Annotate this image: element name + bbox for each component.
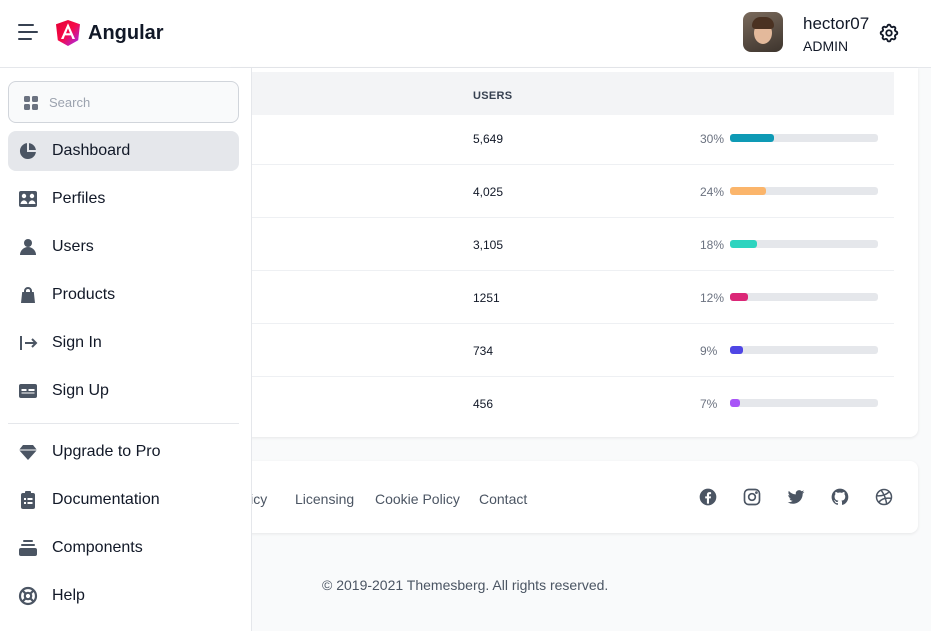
progress-bar (730, 293, 878, 301)
user-name: hector07 (803, 14, 870, 33)
sidebar-item-sign-in[interactable]: Sign In (8, 323, 239, 363)
clipboard-list-icon (21, 491, 35, 509)
sidebar-item-label: Documentation (52, 491, 160, 508)
search-input[interactable] (49, 82, 234, 122)
table-row: 734 9% (230, 324, 894, 377)
users-count: 4,025 (473, 185, 504, 199)
progress-bar (730, 240, 878, 248)
hamburger-menu-icon[interactable] (18, 24, 38, 42)
progress-fill (730, 187, 766, 195)
diamond-icon (19, 445, 37, 460)
progress-fill (730, 399, 741, 407)
table-header: USERS (230, 72, 894, 115)
percent-label: 12% (700, 291, 725, 305)
table-row: 1251 12% (230, 271, 894, 324)
sidebar-item-help[interactable]: Help (8, 576, 239, 616)
progress-bar (730, 187, 878, 195)
sidebar-divider (8, 423, 239, 424)
progress-bar (730, 134, 878, 142)
table-row: 4,025 24% (230, 165, 894, 218)
sidebar-item-label: Dashboard (52, 142, 131, 159)
collection-icon (19, 540, 37, 556)
sidebar-item-sign-up[interactable]: Sign Up (8, 371, 239, 411)
progress-fill (730, 240, 757, 248)
sidebar-item-label: Sign Up (52, 382, 109, 399)
table-row: 456 7% (230, 377, 894, 430)
traffic-table-card: USERS 5,649 30% 4,025 24% 3,105 18% 1251… (230, 68, 918, 437)
instagram-icon[interactable] (742, 487, 762, 507)
user-icon (20, 239, 36, 255)
sidebar-item-label: Help (52, 587, 85, 604)
sidebar-item-label: Perfiles (52, 190, 106, 207)
sidebar-item-documentation[interactable]: Documentation (8, 480, 239, 520)
sidebar-item-label: Users (52, 238, 94, 255)
percent-label: 9% (700, 344, 718, 358)
avatar[interactable] (743, 12, 783, 52)
progress-fill (730, 346, 744, 354)
users-count: 456 (473, 397, 494, 411)
percent-label: 18% (700, 238, 725, 252)
search-box[interactable] (8, 81, 239, 123)
progress-fill (730, 134, 775, 142)
percent-label: 7% (700, 397, 718, 411)
dribbble-icon[interactable] (874, 487, 894, 507)
support-icon (18, 586, 38, 606)
sign-in-icon (20, 336, 38, 350)
sidebar-item-users[interactable]: Users (8, 227, 239, 267)
progress-bar (730, 346, 878, 354)
sidebar-item-products[interactable]: Products (8, 275, 239, 315)
grid-icon (24, 96, 38, 110)
github-icon[interactable] (830, 487, 850, 507)
sidebar-item-label: Components (52, 539, 143, 556)
sidebar-item-dashboard[interactable]: Dashboard (8, 131, 239, 171)
footer-link-cookie-policy[interactable]: Cookie Policy (375, 491, 460, 507)
gear-icon[interactable] (878, 22, 900, 44)
twitter-icon[interactable] (786, 487, 806, 507)
sidebar-item-label: Products (52, 286, 116, 303)
facebook-icon[interactable] (698, 487, 718, 507)
users-count: 1251 (473, 291, 500, 305)
percent-label: 24% (700, 185, 725, 199)
footer-link-contact[interactable]: Contact (479, 491, 527, 507)
sidebar-item-label: Upgrade to Pro (52, 443, 161, 460)
table-row: 3,105 18% (230, 218, 894, 271)
users-count: 5,649 (473, 132, 504, 146)
brand-name[interactable]: Angular (88, 22, 164, 45)
progress-fill (730, 293, 748, 301)
sidebar-item-label: Sign In (52, 334, 102, 351)
users-column-header: USERS (473, 90, 513, 102)
sidebar-item-upgrade-to-pro[interactable]: Upgrade to Pro (8, 432, 239, 472)
id-card-icon (19, 384, 37, 398)
sidebar-item-perfiles[interactable]: Perfiles (8, 179, 239, 219)
table-row: 5,649 30% (230, 112, 894, 165)
copyright-text: © 2019-2021 Themesberg. All rights reser… (322, 577, 609, 593)
users-group-icon (19, 191, 37, 207)
sidebar-item-components[interactable]: Components (8, 528, 239, 568)
users-count: 3,105 (473, 238, 504, 252)
footer-link-licensing[interactable]: Licensing (295, 491, 354, 507)
users-count: 734 (473, 344, 494, 358)
progress-bar (730, 399, 878, 407)
user-role: ADMIN (803, 38, 849, 54)
shopping-bag-icon (21, 287, 35, 303)
top-navbar: Angular hector07 ADMIN (0, 0, 931, 68)
angular-logo-icon[interactable] (56, 20, 80, 46)
footer-card: licy Licensing Cookie Policy Contact (230, 461, 918, 533)
percent-label: 30% (700, 132, 725, 146)
chart-pie-icon (19, 143, 36, 160)
sidebar: Dashboard Perfiles Users Products Sign I… (0, 68, 252, 631)
